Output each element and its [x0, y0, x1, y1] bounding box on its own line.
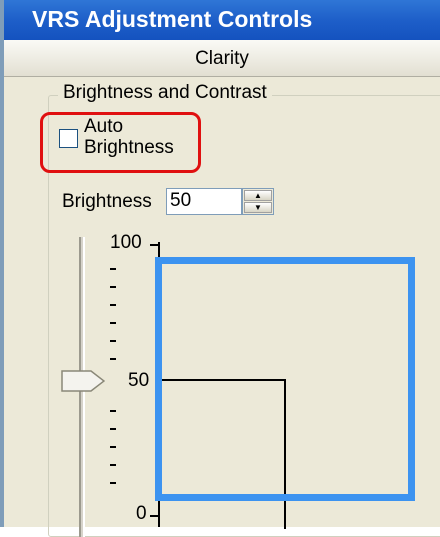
slider-tick — [110, 286, 116, 288]
auto-brightness-label-line2: Brightness — [84, 137, 174, 158]
groupbox-legend: Brightness and Contrast — [58, 82, 272, 104]
window-title: VRS Adjustment Controls — [32, 6, 313, 32]
slider-tick — [110, 322, 116, 324]
brightness-spinner[interactable]: ▲ ▼ — [242, 188, 274, 215]
spin-down-button[interactable]: ▼ — [244, 202, 272, 213]
tab-clarity[interactable]: Clarity — [4, 40, 440, 77]
slider-label-100: 100 — [110, 232, 142, 253]
slider-label-0: 0 — [136, 503, 147, 524]
brightness-label: Brightness — [62, 191, 152, 212]
window-left-border — [0, 0, 4, 527]
brightness-input[interactable]: 50 — [166, 188, 242, 215]
slider-tick — [110, 268, 116, 270]
slider-tick — [110, 358, 116, 360]
slider-label-50: 50 — [128, 370, 150, 391]
curve-y-top-tick — [150, 244, 160, 246]
tab-clarity-label: Clarity — [195, 48, 249, 69]
title-bar[interactable]: VRS Adjustment Controls — [4, 0, 440, 40]
slider-tick — [110, 410, 116, 412]
preview-highlight-frame — [155, 257, 415, 501]
slider-tick — [110, 340, 116, 342]
slider-tick — [110, 482, 116, 484]
auto-brightness-label: Auto Brightness — [84, 116, 204, 158]
vrs-adjustment-window: VRS Adjustment Controls Clarity Brightne… — [0, 0, 440, 537]
slider-tick — [110, 464, 116, 466]
slider-tick — [110, 446, 116, 448]
spin-up-button[interactable]: ▲ — [244, 190, 272, 201]
auto-brightness-checkbox[interactable] — [59, 129, 78, 148]
slider-tick — [110, 304, 116, 306]
slider-tick — [110, 428, 116, 430]
brightness-slider-thumb[interactable] — [61, 370, 105, 392]
auto-brightness-label-line1: Auto — [84, 116, 124, 137]
